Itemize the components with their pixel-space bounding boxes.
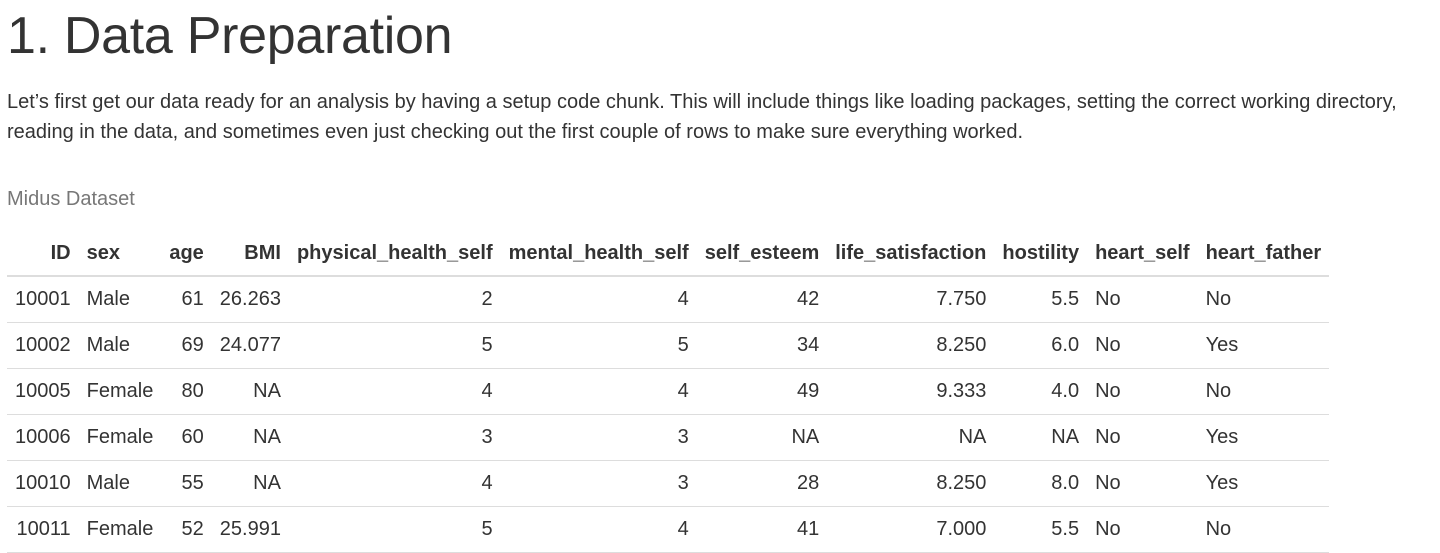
table-cell-hostility: 8.0 <box>994 460 1088 508</box>
table-cell-life-satisfaction: 7.750 <box>827 276 995 324</box>
table-cell-mental-health-self: 4 <box>500 368 697 416</box>
table-cell-life-satisfaction: NA <box>827 414 995 462</box>
table-cell-mental-health-self: 4 <box>500 506 697 553</box>
table-cell-bmi: NA <box>211 460 289 508</box>
table-cell-mental-health-self: 3 <box>500 414 697 462</box>
table-cell-self-esteem: 28 <box>696 460 828 508</box>
table-caption: Midus Dataset <box>7 188 135 211</box>
table-cell-id: 10011 <box>7 506 79 553</box>
table-cell-bmi: NA <box>211 414 289 462</box>
table-cell-id: 10006 <box>7 414 79 462</box>
table-row: 10005 Female 80 NA 4 4 49 9.333 4.0 No No <box>7 368 1330 416</box>
table-cell-heart-father: Yes <box>1197 322 1330 370</box>
table-cell-bmi: NA <box>211 368 289 416</box>
table-row: 10010 Male 55 NA 4 3 28 8.250 8.0 No Yes <box>7 460 1330 508</box>
table-cell-life-satisfaction: 7.000 <box>827 506 995 553</box>
document-page: 1. Data Preparation Let’s first get our … <box>0 0 1440 553</box>
section-heading: 1. Data Preparation <box>7 7 453 65</box>
table-cell-self-esteem: 34 <box>696 322 828 370</box>
column-header-heart-self: heart_self <box>1087 231 1198 278</box>
table-cell-heart-father: No <box>1197 368 1330 416</box>
column-header-id: ID <box>7 231 79 278</box>
column-header-physical-health-self: physical_health_self <box>288 231 501 278</box>
table-cell-age: 69 <box>161 322 212 370</box>
table-cell-heart-self: No <box>1087 322 1198 370</box>
table-cell-mental-health-self: 3 <box>500 460 697 508</box>
column-header-self-esteem: self_esteem <box>696 231 828 278</box>
column-header-mental-health-self: mental_health_self <box>500 231 697 278</box>
table-cell-self-esteem: NA <box>696 414 828 462</box>
table-cell-life-satisfaction: 8.250 <box>827 460 995 508</box>
table-cell-self-esteem: 41 <box>696 506 828 553</box>
table-cell-heart-father: Yes <box>1197 414 1330 462</box>
table-row: 10002 Male 69 24.077 5 5 34 8.250 6.0 No Yes <box>7 322 1330 370</box>
table-cell-life-satisfaction: 9.333 <box>827 368 995 416</box>
table-cell-physical-health-self: 5 <box>288 506 501 553</box>
column-header-bmi: BMI <box>211 231 289 278</box>
table-cell-sex: Female <box>78 506 162 553</box>
table-cell-life-satisfaction: 8.250 <box>827 322 995 370</box>
table-cell-hostility: NA <box>994 414 1088 462</box>
column-header-heart-father: heart_father <box>1197 231 1330 278</box>
table-cell-mental-health-self: 4 <box>500 276 697 324</box>
table-cell-sex: Male <box>78 460 162 508</box>
table-cell-id: 10002 <box>7 322 79 370</box>
table-cell-id: 10001 <box>7 276 79 324</box>
table-cell-heart-self: No <box>1087 368 1198 416</box>
table-cell-heart-self: No <box>1087 276 1198 324</box>
table-cell-age: 55 <box>161 460 212 508</box>
table-cell-age: 60 <box>161 414 212 462</box>
table-cell-physical-health-self: 5 <box>288 322 501 370</box>
table-cell-bmi: 25.991 <box>211 506 289 553</box>
table-body: 10001 Male 61 26.263 2 4 42 7.750 5.5 No No 10002 Ma… <box>7 276 1330 553</box>
table-cell-heart-father: No <box>1197 506 1330 553</box>
table-cell-self-esteem: 49 <box>696 368 828 416</box>
column-header-age: age <box>161 231 212 278</box>
table-cell-self-esteem: 42 <box>696 276 828 324</box>
table-header-row: ID sex age BMI physical_health_self mental_he… <box>7 231 1330 278</box>
column-header-sex: sex <box>78 231 162 278</box>
table-cell-hostility: 5.5 <box>994 276 1088 324</box>
table-cell-age: 52 <box>161 506 212 553</box>
table-cell-hostility: 4.0 <box>994 368 1088 416</box>
table-cell-sex: Female <box>78 414 162 462</box>
midus-data-table: ID sex age BMI physical_health_self mental_he… <box>7 231 1330 553</box>
table-cell-sex: Female <box>78 368 162 416</box>
table-row: 10001 Male 61 26.263 2 4 42 7.750 5.5 No No <box>7 276 1330 324</box>
table-cell-hostility: 6.0 <box>994 322 1088 370</box>
table-row: 10011 Female 52 25.991 5 4 41 7.000 5.5 No No <box>7 506 1330 553</box>
table-cell-heart-father: No <box>1197 276 1330 324</box>
column-header-hostility: hostility <box>994 231 1088 278</box>
table-cell-heart-self: No <box>1087 414 1198 462</box>
table-cell-mental-health-self: 5 <box>500 322 697 370</box>
table-cell-bmi: 24.077 <box>211 322 289 370</box>
column-header-life-satisfaction: life_satisfaction <box>827 231 995 278</box>
table-cell-bmi: 26.263 <box>211 276 289 324</box>
table-cell-sex: Male <box>78 276 162 324</box>
table-cell-heart-father: Yes <box>1197 460 1330 508</box>
table-cell-physical-health-self: 2 <box>288 276 501 324</box>
intro-paragraph: Let’s first get our data ready for an an… <box>7 91 1397 144</box>
table-cell-id: 10005 <box>7 368 79 416</box>
table-cell-age: 61 <box>161 276 212 324</box>
table-cell-id: 10010 <box>7 460 79 508</box>
table-row: 10006 Female 60 NA 3 3 NA NA NA No Yes <box>7 414 1330 462</box>
table-cell-sex: Male <box>78 322 162 370</box>
table-cell-physical-health-self: 4 <box>288 368 501 416</box>
table-cell-physical-health-self: 4 <box>288 460 501 508</box>
table-cell-age: 80 <box>161 368 212 416</box>
table-cell-physical-health-self: 3 <box>288 414 501 462</box>
table-cell-hostility: 5.5 <box>994 506 1088 553</box>
table-cell-heart-self: No <box>1087 506 1198 553</box>
table-cell-heart-self: No <box>1087 460 1198 508</box>
